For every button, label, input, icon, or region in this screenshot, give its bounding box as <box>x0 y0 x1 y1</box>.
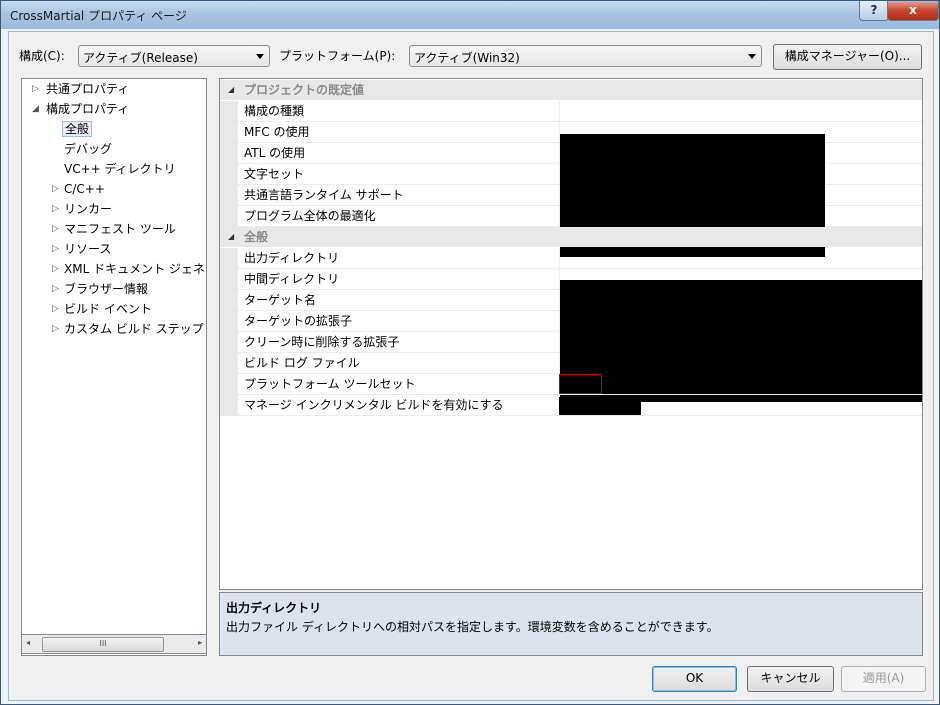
property-grid[interactable]: ◢ プロジェクトの既定値 構成の種類 MFC の使用 ATL の使用 文字セット… <box>219 78 923 590</box>
window-title: CrossMartial プロパティ ページ <box>10 9 187 23</box>
scroll-thumb[interactable]: III <box>42 637 164 652</box>
tree-item-label: ビルド イベント <box>64 302 152 316</box>
chevron-down-icon <box>748 54 756 59</box>
chevron-down-icon <box>256 54 264 59</box>
expand-icon[interactable]: ▷ <box>32 80 39 98</box>
tree-item-cpp[interactable]: ▷ C/C++ <box>22 180 206 198</box>
property-row[interactable]: マネージ インクリメンタル ビルドを有効にする <box>220 395 922 416</box>
tree-item-linker[interactable]: ▷ リンカー <box>22 200 206 218</box>
tree-item-manifest-tool[interactable]: ▷ マニフェスト ツール <box>22 220 206 238</box>
expand-icon[interactable]: ▷ <box>52 220 59 238</box>
property-name: 共通言語ランタイム サポート <box>244 188 404 202</box>
category-tree[interactable]: ▷ 共通プロパティ ◢ 構成プロパティ 全般 デバッグ VC++ ディレクトリ … <box>21 78 207 656</box>
expand-icon[interactable]: ▷ <box>52 320 59 338</box>
property-row-platform-toolset[interactable]: プラットフォーム ツールセット v100 <box>220 374 922 395</box>
property-name: ATL の使用 <box>244 146 306 160</box>
tree-item-build-events[interactable]: ▷ ビルド イベント <box>22 300 206 318</box>
collapse-icon[interactable]: ◢ <box>32 100 39 118</box>
tree-horizontal-scrollbar[interactable]: ◂ III ▸ <box>21 634 207 654</box>
tree-item-label: VC++ ディレクトリ <box>64 162 176 176</box>
tree-item-general[interactable]: 全般 <box>62 120 93 138</box>
properties-dialog: CrossMartial プロパティ ページ ? x 構成(C): アクティブ(… <box>0 0 940 705</box>
tree-item-config-properties[interactable]: ◢ 構成プロパティ <box>22 100 206 118</box>
property-value-toolset[interactable]: v100 <box>559 374 602 394</box>
property-row-output-directory[interactable]: 出力ディレクトリ <box>220 248 922 269</box>
tree-item-browse-info[interactable]: ▷ ブラウザー情報 <box>22 280 206 298</box>
tree-item-debug[interactable]: デバッグ <box>64 140 112 158</box>
property-name: ターゲット名 <box>244 293 317 307</box>
description-text: 出力ファイル ディレクトリへの相対パスを指定します。環境変数を含めることができま… <box>226 620 719 634</box>
close-button[interactable]: x <box>887 1 939 21</box>
property-name: ターゲットの拡張子 <box>244 314 353 328</box>
tree-item-vc-directories[interactable]: VC++ ディレクトリ <box>64 160 176 178</box>
apply-button[interactable]: 適用(A) <box>841 666 926 692</box>
property-row[interactable]: 構成の種類 <box>220 101 922 122</box>
ok-button[interactable]: OK <box>652 666 737 692</box>
category-project-defaults[interactable]: ◢ プロジェクトの既定値 <box>220 80 922 100</box>
tree-item-label: リンカー <box>64 202 113 216</box>
tree-item-label: カスタム ビルド ステップ <box>64 322 204 336</box>
expand-icon[interactable]: ▷ <box>52 180 59 198</box>
tree-item-label: ブラウザー情報 <box>64 282 149 296</box>
property-name: 中間ディレクトリ <box>244 272 340 286</box>
title-bar[interactable]: CrossMartial プロパティ ページ ? x <box>1 1 939 29</box>
expand-icon[interactable]: ▷ <box>52 300 59 318</box>
expand-icon[interactable]: ▷ <box>52 240 59 258</box>
description-panel: 出力ディレクトリ 出力ファイル ディレクトリへの相対パスを指定します。環境変数を… <box>219 592 923 656</box>
scroll-right-icon[interactable]: ▸ <box>198 638 202 647</box>
tree-item-label: 全般 <box>62 121 93 137</box>
category-label: プロジェクトの既定値 <box>244 83 365 97</box>
tree-item-label: 共通プロパティ <box>46 82 130 96</box>
property-name: クリーン時に削除する拡張子 <box>244 335 400 349</box>
redacted-value <box>559 397 641 415</box>
scroll-left-icon[interactable]: ◂ <box>26 638 30 647</box>
dialog-client: 構成(C): アクティブ(Release) プラットフォーム(P): アクティブ… <box>8 31 934 701</box>
tree-item-common-properties[interactable]: ▷ 共通プロパティ <box>22 80 206 98</box>
platform-dropdown[interactable]: アクティブ(Win32) <box>409 45 762 67</box>
category-general[interactable]: ◢ 全般 <box>220 227 922 247</box>
tree-item-label: C/C++ <box>64 182 105 196</box>
description-title: 出力ディレクトリ <box>226 601 322 615</box>
tree-item-label: XML ドキュメント ジェネ <box>64 262 205 276</box>
category-label: 全般 <box>244 230 269 244</box>
collapse-icon[interactable]: ◢ <box>228 80 234 100</box>
collapse-icon[interactable]: ◢ <box>228 227 234 247</box>
property-name: プログラム全体の最適化 <box>244 209 376 223</box>
property-name: 構成の種類 <box>244 104 305 118</box>
help-button[interactable]: ? <box>859 1 889 21</box>
config-dropdown[interactable]: アクティブ(Release) <box>78 45 270 67</box>
tree-item-label: マニフェスト ツール <box>64 222 176 236</box>
property-name: 出力ディレクトリ <box>244 251 340 265</box>
cancel-button[interactable]: キャンセル <box>747 666 834 692</box>
tree-item-label: リソース <box>64 242 112 256</box>
property-name: 文字セット <box>244 167 305 181</box>
tree-item-label: デバッグ <box>64 142 113 156</box>
config-manager-button[interactable]: 構成マネージャー(O)... <box>773 44 922 70</box>
config-dropdown-value: アクティブ(Release) <box>83 51 198 65</box>
tree-item-label: 構成プロパティ <box>46 102 130 116</box>
tree-item-custom-build-step[interactable]: ▷ カスタム ビルド ステップ <box>22 320 206 338</box>
expand-icon[interactable]: ▷ <box>52 260 59 278</box>
property-name: マネージ インクリメンタル ビルドを有効にする <box>244 398 504 412</box>
property-name: プラットフォーム ツールセット <box>244 377 416 391</box>
tree-item-resources[interactable]: ▷ リソース <box>22 240 206 258</box>
property-name: ビルド ログ ファイル <box>244 356 360 370</box>
platform-label: プラットフォーム(P): <box>279 49 396 63</box>
expand-icon[interactable]: ▷ <box>52 200 59 218</box>
tree-item-xml-doc-generator[interactable]: ▷ XML ドキュメント ジェネ <box>22 260 206 278</box>
config-label: 構成(C): <box>19 49 65 63</box>
expand-icon[interactable]: ▷ <box>52 280 59 298</box>
property-name: MFC の使用 <box>244 125 310 139</box>
platform-dropdown-value: アクティブ(Win32) <box>414 51 520 65</box>
